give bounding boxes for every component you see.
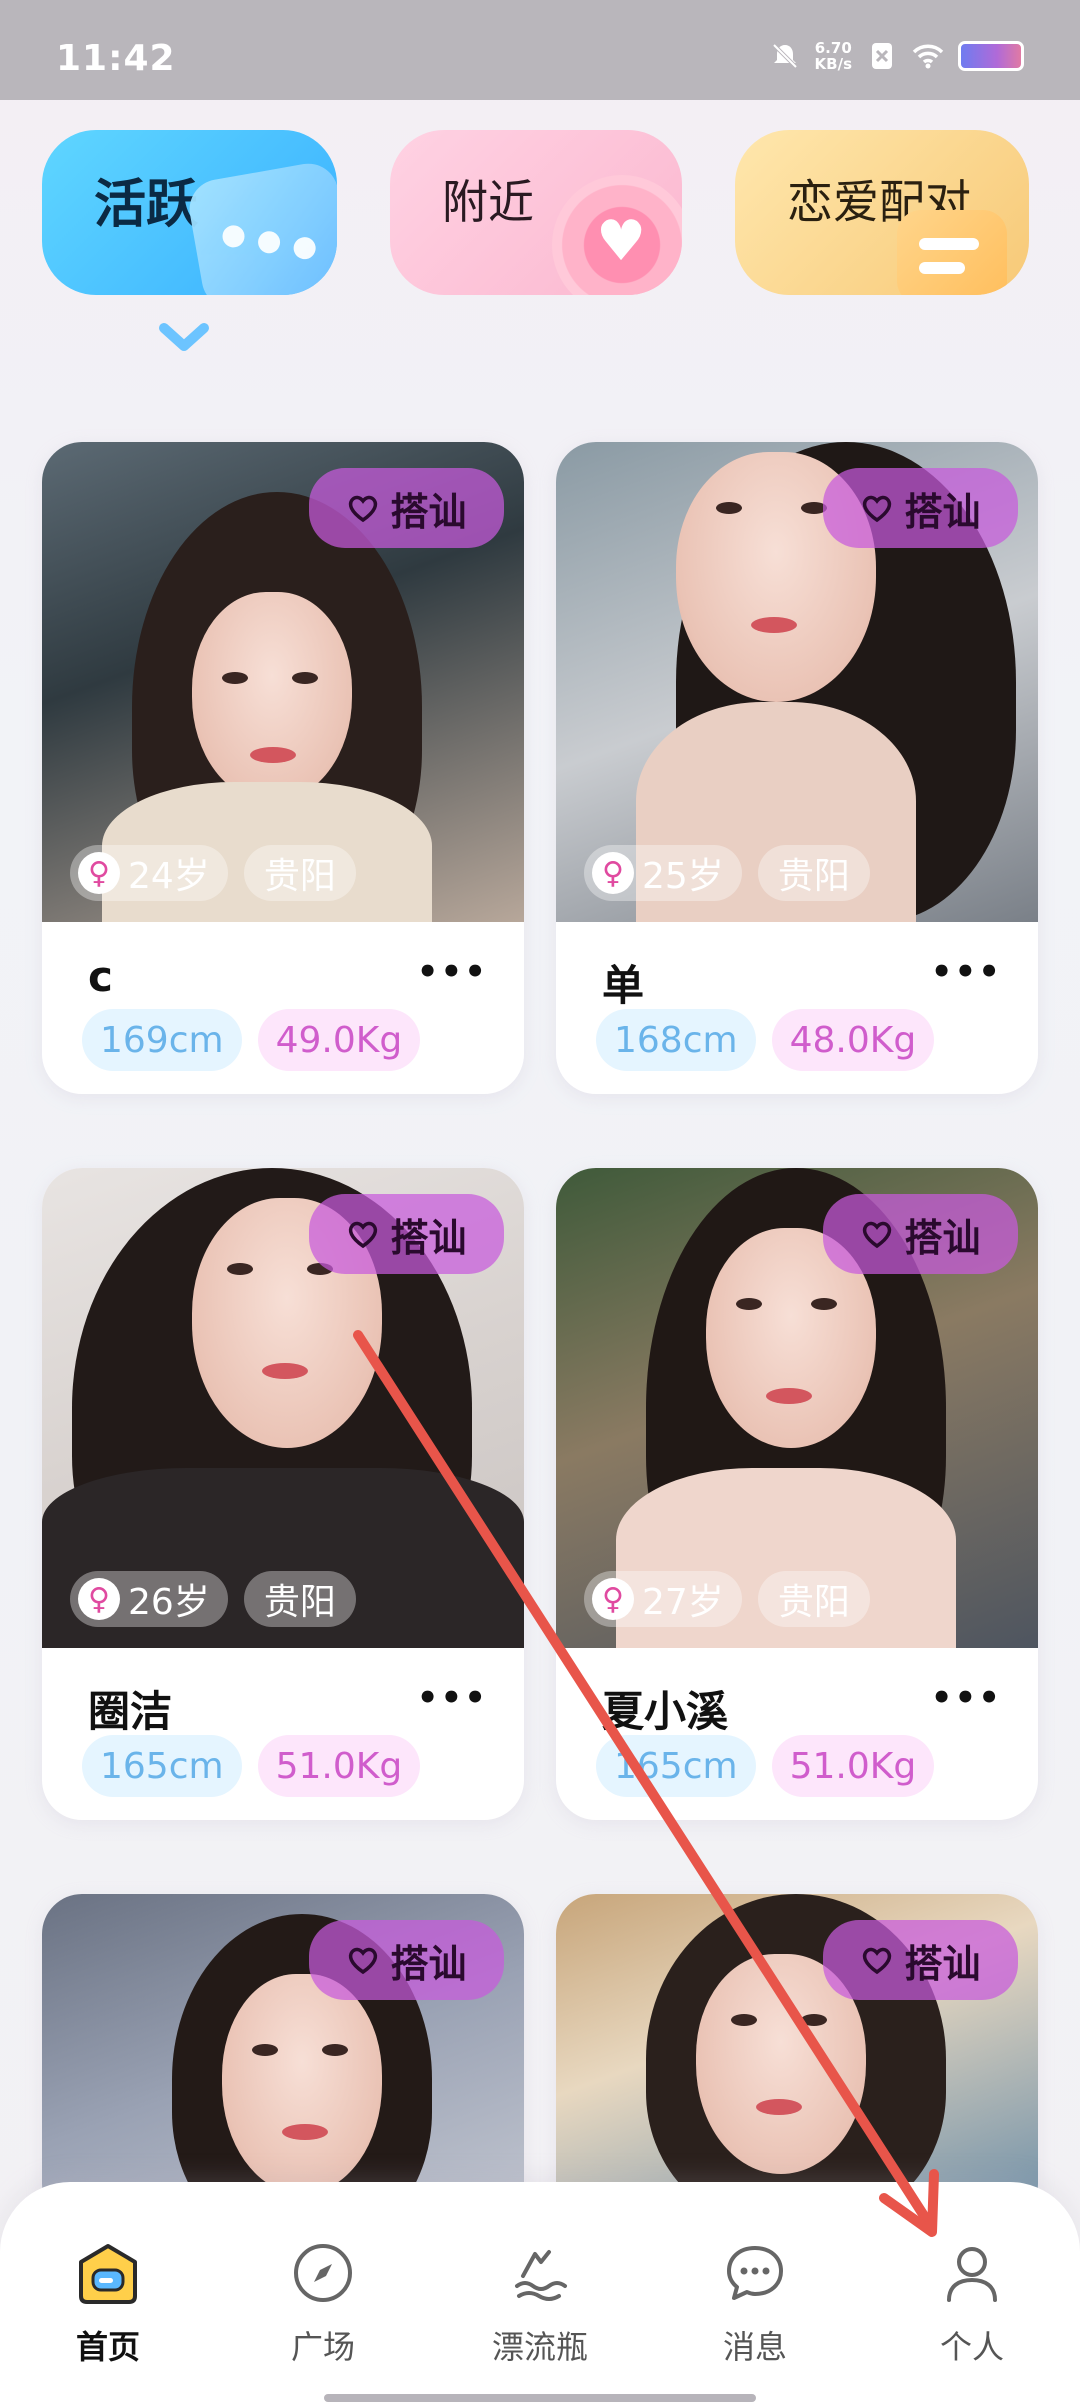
height-badge: 165cm: [596, 1735, 756, 1797]
profile-card[interactable]: 搭讪: [42, 1894, 524, 2224]
wifi-icon: [912, 44, 944, 69]
city-tag: 贵阳: [757, 845, 870, 901]
female-icon: ♀: [78, 1578, 120, 1620]
status-icons: 6.70 KB/s: [769, 36, 1024, 76]
nav-drift-bottle[interactable]: 漂流瓶: [480, 2240, 600, 2368]
profile-card[interactable]: 搭讪 ♀ 27岁 贵阳 夏小溪 ••• 165cm 51.0Kg: [556, 1168, 1038, 1820]
nav-profile-label: 个人: [939, 2328, 1004, 2366]
greet-button[interactable]: 搭讪: [823, 468, 1018, 548]
message-icon: [727, 2246, 783, 2300]
sim-none-icon: [872, 43, 892, 69]
greet-button[interactable]: 搭讪: [309, 468, 504, 548]
profile-tags: ♀ 26岁 贵阳: [70, 1571, 356, 1627]
weight-badge: 48.0Kg: [771, 1009, 935, 1071]
greet-label: 搭讪: [904, 1941, 981, 1986]
more-options-icon[interactable]: •••: [931, 1681, 1002, 1715]
tab-nearby-label: 附近: [442, 175, 534, 229]
profile-name: c: [88, 952, 113, 1001]
greet-label: 搭讪: [904, 489, 981, 534]
height-badge: 165cm: [82, 1735, 242, 1797]
more-options-icon[interactable]: •••: [417, 955, 488, 989]
battery-icon: [958, 41, 1024, 71]
profile-tags: ♀ 24岁 贵阳: [70, 845, 356, 901]
nav-drift-bottle-label: 漂流瓶: [491, 2328, 588, 2366]
home-icon: [79, 2244, 137, 2304]
height-badge: 169cm: [82, 1009, 242, 1071]
profile-card[interactable]: 搭讪: [556, 1894, 1038, 2224]
person-icon: [947, 2247, 997, 2302]
greet-button[interactable]: 搭讪: [823, 1920, 1018, 2000]
status-time: 11:42: [56, 38, 176, 79]
tab-love-match[interactable]: 恋爱配对: [735, 130, 1029, 295]
age-tag: ♀ 27岁: [584, 1571, 742, 1627]
compass-icon: [294, 2244, 352, 2302]
greet-button[interactable]: 搭讪: [309, 1920, 504, 2000]
city-tag: 贵阳: [243, 845, 356, 901]
weight-badge: 49.0Kg: [257, 1009, 421, 1071]
more-options-icon[interactable]: •••: [417, 1681, 488, 1715]
nav-home[interactable]: 首页: [48, 2240, 168, 2368]
female-icon: ♀: [78, 852, 120, 894]
profile-stats: 165cm 51.0Kg: [596, 1735, 935, 1797]
female-icon: ♀: [592, 852, 634, 894]
card-stack-icon: [897, 210, 1007, 295]
city-tag: 贵阳: [243, 1571, 356, 1627]
profile-name: 夏小溪: [602, 1687, 729, 1736]
nav-plaza[interactable]: 广场: [263, 2240, 383, 2368]
tab-active-label: 活跃: [94, 175, 199, 235]
greet-button[interactable]: 搭讪: [823, 1194, 1018, 1274]
heart-outline-icon: [863, 1947, 892, 1975]
tab-active[interactable]: 活跃: [42, 130, 337, 295]
greet-label: 搭讪: [390, 1941, 467, 1986]
weight-badge: 51.0Kg: [257, 1735, 421, 1797]
nav-home-label: 首页: [75, 2328, 140, 2366]
height-badge: 168cm: [596, 1009, 756, 1071]
profile-card[interactable]: 搭讪 ♀ 26岁 贵阳 圈洁 ••• 165cm 51.0Kg: [42, 1168, 524, 1820]
greet-label: 搭讪: [390, 1215, 467, 1260]
chevron-down-icon: [159, 323, 209, 351]
greet-label: 搭讪: [390, 489, 467, 534]
chat-bubble-icon: [184, 158, 337, 295]
network-speed: 6.70 KB/s: [814, 39, 852, 73]
city-tag: 贵阳: [757, 1571, 870, 1627]
weight-badge: 51.0Kg: [771, 1735, 935, 1797]
profile-name: 单: [602, 961, 645, 1010]
nav-messages[interactable]: 消息: [695, 2240, 815, 2368]
profile-tags: ♀ 27岁 贵阳: [584, 1571, 870, 1627]
status-bar: 11:42 6.70 KB/s: [0, 0, 1080, 100]
greet-label: 搭讪: [904, 1215, 981, 1260]
heart-outline-icon: [349, 495, 378, 523]
profile-stats: 169cm 49.0Kg: [82, 1009, 421, 1071]
age-tag: ♀ 24岁: [70, 845, 228, 901]
female-icon: ♀: [592, 1578, 634, 1620]
age-tag: ♀ 25岁: [584, 845, 742, 901]
nav-profile[interactable]: 个人: [912, 2240, 1032, 2368]
wave-icon: [515, 2250, 567, 2301]
profile-name: 圈洁: [88, 1687, 173, 1736]
profile-stats: 165cm 51.0Kg: [82, 1735, 421, 1797]
heart-outline-icon: [863, 495, 892, 523]
more-options-icon[interactable]: •••: [931, 955, 1002, 989]
age-tag: ♀ 26岁: [70, 1571, 228, 1627]
heart-outline-icon: [349, 1947, 378, 1975]
home-indicator[interactable]: [324, 2394, 756, 2402]
heart-outline-icon: [863, 1221, 892, 1249]
tab-nearby[interactable]: 附近 ♥: [390, 130, 682, 295]
greet-button[interactable]: 搭讪: [309, 1194, 504, 1274]
heart-outline-icon: [349, 1221, 378, 1249]
profile-tags: ♀ 25岁 贵阳: [584, 845, 870, 901]
mute-bell-icon: [772, 43, 797, 69]
nav-messages-label: 消息: [722, 2328, 787, 2366]
bottom-nav: 首页 广场 漂流瓶 消息 个人: [0, 2182, 1080, 2408]
heart-location-icon: ♥: [552, 175, 682, 295]
profile-card[interactable]: 搭讪 ♀ 25岁 贵阳 单 ••• 168cm 48.0Kg: [556, 442, 1038, 1094]
profile-card[interactable]: 搭讪 ♀ 24岁 贵阳 c ••• 169cm 49.0Kg: [42, 442, 524, 1094]
profile-stats: 168cm 48.0Kg: [596, 1009, 935, 1071]
nav-plaza-label: 广场: [290, 2328, 355, 2366]
